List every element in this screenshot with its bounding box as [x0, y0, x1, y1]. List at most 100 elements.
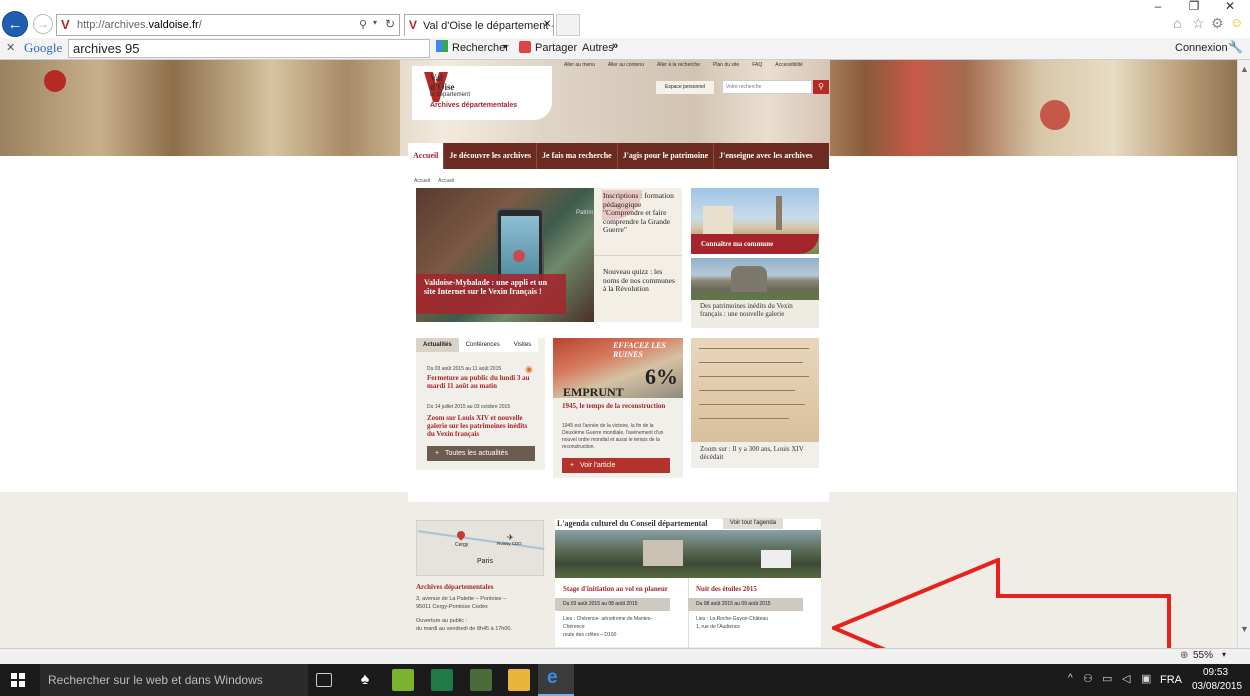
- clock-date[interactable]: 03/08/2015: [1192, 681, 1242, 692]
- site-search-button[interactable]: ⚲: [813, 80, 829, 94]
- hero-caption[interactable]: Valdoise-Mybalade : une appli et un site…: [424, 278, 560, 296]
- zoom-icon[interactable]: ⊕: [1180, 650, 1188, 661]
- taskbar-search[interactable]: Rechercher sur le web et dans Windows: [40, 664, 308, 696]
- top-link[interactable]: Accessibilité: [775, 62, 803, 71]
- minimize-button[interactable]: –: [1140, 0, 1176, 12]
- tent-image: [761, 550, 791, 568]
- news-title[interactable]: Fermeture au public du lundi 3 au mardi …: [427, 374, 535, 390]
- hero-side-item[interactable]: Inscriptions : formation pédagogique "Co…: [603, 191, 679, 235]
- close-icon[interactable]: ✕: [6, 41, 15, 54]
- top-link[interactable]: FAQ: [752, 62, 762, 71]
- search-icon[interactable]: ⚲: [359, 18, 367, 31]
- clock-time[interactable]: 09:53: [1203, 667, 1228, 678]
- wrench-icon[interactable]: 🔧: [1228, 40, 1243, 54]
- language-indicator[interactable]: FRA: [1160, 674, 1182, 686]
- nav-patrimoine[interactable]: J'agis pour le patrimoine: [618, 143, 715, 169]
- toutes-actualites-button[interactable]: + Toutes les actualités: [427, 446, 535, 461]
- commune-image[interactable]: Connaître ma commune: [691, 188, 819, 254]
- news-title[interactable]: Zoom sur Louis XIV et nouvelle galerie s…: [427, 414, 535, 438]
- close-window-button[interactable]: ✕: [1212, 0, 1248, 12]
- agenda-event-location: Lieu : La Roche-Guyon-Château: [696, 616, 768, 622]
- google-search-input[interactable]: archives 95: [68, 39, 430, 58]
- top-link[interactable]: Aller au contenu: [608, 62, 644, 71]
- cards-game-icon[interactable]: ♠: [354, 669, 376, 691]
- news-tabs: Actualités Conférences Visites: [416, 338, 545, 352]
- notifications-icon[interactable]: ▣: [1141, 672, 1151, 685]
- agenda-event-title[interactable]: Stage d'initiation au vol en planeur: [563, 585, 668, 593]
- maximize-button[interactable]: ❐: [1176, 0, 1212, 12]
- zoom-level[interactable]: 55%: [1193, 650, 1213, 661]
- site-favicon-icon: V: [409, 18, 418, 32]
- zoom-title[interactable]: Zoom sur : Il y a 300 ans, Louis XIV déc…: [700, 445, 812, 461]
- chevron-up-icon[interactable]: ^: [1068, 673, 1073, 684]
- smiley-icon[interactable]: ☺: [1230, 15, 1243, 30]
- tab-conferences[interactable]: Conférences: [458, 338, 507, 352]
- file-explorer-icon[interactable]: [508, 669, 530, 691]
- scroll-up-icon[interactable]: ▲: [1240, 64, 1249, 74]
- agenda-event-title[interactable]: Nuit des étoiles 2015: [696, 585, 757, 593]
- nav-recherche[interactable]: Je fais ma recherche: [537, 143, 618, 169]
- voir-article-button[interactable]: + Voir l'article: [562, 458, 670, 473]
- settings-gear-icon[interactable]: ⚙: [1211, 15, 1224, 32]
- tab-active[interactable]: V Val d'Oise le département – ... ✕: [404, 14, 554, 36]
- partager-button[interactable]: Partager: [535, 42, 577, 54]
- address-url: http://archives.valdoise.fr/: [77, 19, 202, 31]
- network-icon[interactable]: ▭: [1102, 672, 1112, 685]
- close-icon[interactable]: ✕: [543, 19, 551, 30]
- shopping-bag-icon[interactable]: [392, 669, 414, 691]
- rechercher-button[interactable]: Rechercher: [452, 42, 509, 54]
- article-title[interactable]: 1945, le temps de la reconstruction: [562, 402, 674, 410]
- site-search-input[interactable]: Votre recherche: [722, 80, 812, 94]
- connexion-button[interactable]: Connexion: [1175, 42, 1228, 54]
- top-link[interactable]: Aller au menu: [564, 62, 595, 71]
- map[interactable]: Cergy ✈ Roissy CDG Paris: [416, 520, 545, 576]
- new-tab-button[interactable]: [556, 14, 580, 36]
- windows-start-icon[interactable]: [11, 673, 25, 687]
- people-icon[interactable]: ⚇: [1083, 672, 1093, 685]
- nav-enseigne[interactable]: J'enseigne avec les archives: [714, 143, 817, 169]
- ie-taskbar-button[interactable]: e: [538, 664, 574, 696]
- task-view-icon[interactable]: [316, 673, 332, 687]
- refresh-icon[interactable]: ↻: [385, 17, 395, 31]
- chevron-down-icon[interactable]: ▾: [1222, 650, 1226, 659]
- espace-personnel-button[interactable]: Espace personnel: [656, 81, 714, 94]
- top-link[interactable]: Aller à la recherche: [657, 62, 700, 71]
- agenda-image[interactable]: [555, 530, 821, 578]
- patrimoine-caption[interactable]: Des patrimoines inédits du Vexin françai…: [700, 302, 812, 318]
- patrimoine-image[interactable]: [691, 258, 819, 300]
- volume-icon[interactable]: ◁: [1122, 672, 1130, 685]
- connaitre-commune-link[interactable]: Connaître ma commune: [701, 240, 773, 248]
- chevron-down-icon[interactable]: ▾: [503, 42, 507, 51]
- favorites-star-icon[interactable]: ☆: [1192, 15, 1205, 32]
- poster-image[interactable]: EFFACEZ LES RUINES EMPRUNT 6%: [553, 338, 683, 399]
- button-label: Toutes les actualités: [444, 450, 508, 457]
- breadcrumb-item[interactable]: Accueil: [414, 178, 430, 184]
- app-icon[interactable]: [470, 669, 492, 691]
- divider: [688, 578, 689, 648]
- manuscript-image[interactable]: [691, 338, 819, 442]
- site-logo[interactable]: Val d'Oise le département Archives dépar…: [412, 66, 552, 120]
- hero-side-panel: Inscriptions : formation pédagogique "Co…: [594, 188, 682, 322]
- agenda-event-location: Lieu : Chérence- aérodrome de Mantes-: [563, 616, 652, 622]
- autres-button[interactable]: Autres: [582, 42, 614, 54]
- status-bar: ⊕ 55% ▾: [0, 648, 1250, 664]
- tab-visites[interactable]: Visites: [506, 338, 539, 352]
- agenda-event-date: Du 03 août 2015 au 08 août 2015: [555, 598, 670, 611]
- chevron-down-icon[interactable]: ▾: [373, 18, 377, 27]
- hero-image[interactable]: Valdoise-Mybalade : une appli et un site…: [416, 188, 594, 322]
- forward-button[interactable]: →: [33, 14, 53, 34]
- nav-accueil[interactable]: Accueil: [408, 143, 445, 169]
- hero-side-item[interactable]: Nouveau quizz : les noms de nos communes…: [603, 267, 679, 294]
- top-link[interactable]: Plan du site: [713, 62, 739, 71]
- address-title[interactable]: Archives départementales: [416, 583, 493, 591]
- voir-agenda-link[interactable]: Voir tout l'agenda: [723, 518, 783, 529]
- excel-icon[interactable]: [431, 669, 453, 691]
- scroll-down-icon[interactable]: ▼: [1240, 624, 1249, 634]
- address-line: 3, avenue de La Palette – Pontoise –: [416, 596, 507, 602]
- page-scrollbar[interactable]: ▲ ▼: [1237, 60, 1250, 648]
- address-bar[interactable]: V http://archives.valdoise.fr/ ⚲ ▾ ↻: [56, 14, 400, 36]
- tab-actualites[interactable]: Actualités: [416, 338, 459, 352]
- home-icon[interactable]: ⌂: [1173, 15, 1181, 31]
- nav-decouvre[interactable]: Je découvre les archives: [444, 143, 538, 169]
- back-button[interactable]: ←: [2, 11, 28, 37]
